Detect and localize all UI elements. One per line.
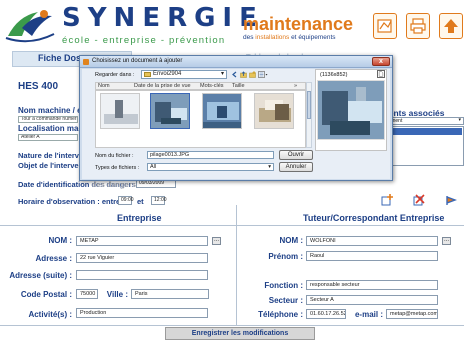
enterprise-title: Entreprise [117,213,162,223]
delete-document-icon[interactable] [413,194,425,206]
column-name[interactable]: Nom [98,83,110,89]
photo-thumbnail-icon [203,94,241,128]
address-label: Adresse : [35,254,72,263]
brand-name: SYNERGIE [62,3,264,33]
sector-field[interactable]: Secteur A [306,295,438,305]
postal-field[interactable]: 75000 [76,289,98,299]
tutor-lookup-button[interactable]: ... [442,237,451,245]
phone-field[interactable]: 01.60.17.26.52 [306,309,346,319]
brand-tagline: école - entreprise - prévention [62,35,226,46]
product-title: maintenance [243,14,354,34]
function-field[interactable]: responsable secteur [306,280,438,290]
sector-label: Secteur : [268,296,303,305]
tutor-title: Tuteur/Correspondant Entreprise [303,213,445,223]
up-arrow-button[interactable] [439,13,463,39]
column-size[interactable]: Taille [232,83,245,89]
observation-and-label: et [137,197,144,206]
preview-dimensions: (1136x852) [320,72,348,78]
product-subtitle: des installations et équipements [243,34,336,41]
edit-document-button[interactable] [373,13,397,39]
record-code: HES 400 [18,81,59,92]
photo-preview-icon [318,81,384,139]
photo-thumbnail-icon [151,94,189,128]
tutor-name-field[interactable]: WOLFONI [306,236,438,246]
column-more[interactable]: » [294,83,297,89]
chevron-down-icon: ▾ [220,71,224,77]
city-label: Ville : [106,290,128,299]
danger-ghost-text: des dangers [92,180,137,189]
add-document-icon[interactable] [381,194,393,206]
email-field[interactable]: metap@metap.com [386,309,438,319]
function-label: Fonction : [264,281,303,290]
file-thumbnail[interactable] [254,93,294,129]
printer-icon [410,18,426,34]
footer-divider [0,325,464,326]
filetype-select[interactable]: All ▾ [147,163,274,171]
open-document-icon[interactable] [445,194,457,206]
look-in-label: Regarder dans : [95,72,135,78]
file-thumbnail[interactable] [100,93,140,129]
file-list-scrollbar[interactable] [306,82,312,148]
chevron-down-icon: ▾ [268,164,271,170]
tutor-name-label: NOM : [279,236,303,245]
enterprise-name-label: NOM : [48,236,72,245]
preview-document-icon[interactable] [377,70,385,78]
scrollbar-thumb[interactable] [307,91,311,119]
city-field[interactable]: Paris [131,289,209,299]
file-chooser-dialog: Choisissez un document à ajouter x Regar… [79,55,393,181]
address-cont-field[interactable] [76,270,208,280]
section-divider [236,205,237,325]
file-thumbnail[interactable] [202,93,242,129]
first-name-label: Prénom : [268,252,303,261]
file-list-header: Nom Date de la prise de vue Mots-clés Ta… [95,82,306,90]
header: SYNERGIE école - entreprise - prévention… [0,0,464,50]
activity-label: Activité(s) : [28,310,72,319]
photo-thumbnail-icon [101,94,139,128]
close-button[interactable]: x [372,57,390,66]
phone-label: Téléphone : [258,310,303,319]
email-label: e-mail : [354,310,383,319]
up-arrow-icon [444,19,458,33]
first-name-field[interactable]: Raoul [306,251,438,261]
column-keywords[interactable]: Mots-clés [200,83,224,89]
chevron-down-icon: ▾ [458,117,461,123]
section-header-divider [0,225,464,226]
app-icon [83,59,89,65]
location-field[interactable]: Atelier A [18,134,78,141]
app-window: SYNERGIE école - entreprise - prévention… [0,0,464,340]
preview-image [317,80,385,140]
view-menu-icon[interactable] [258,71,268,78]
enterprise-name-field[interactable]: METAP [76,236,208,246]
save-button[interactable]: Enregistrer les modifications [165,327,315,340]
open-button[interactable]: Ouvrir [279,150,313,160]
observation-label: Horaire d'observation : entre [18,197,121,206]
column-date[interactable]: Date de la prise de vue [134,83,191,89]
dialog-titlebar[interactable]: Choisissez un document à ajouter x [80,56,392,68]
print-button[interactable] [406,13,430,39]
address-field[interactable]: 22 rue Viguier [76,253,208,263]
look-in-select[interactable]: Envoi2904 ▾ [141,70,227,79]
synergie-logo-icon [5,10,55,43]
filetype-label: Types de fichiers : [95,165,140,171]
address-cont-label: Adresse (suite) : [9,271,72,280]
enterprise-lookup-button[interactable]: ... [212,237,221,245]
folder-icon [144,72,151,77]
back-icon[interactable] [231,71,238,78]
cancel-button[interactable]: Annuler [279,162,313,172]
observation-from-field[interactable]: 09:00 [118,196,134,205]
machine-field[interactable]: Tour à commande numérique HE [18,116,78,123]
observation-to-field[interactable]: 12:00 [151,196,167,205]
filename-label: Nom du fichier : [95,153,134,159]
photo-thumbnail-icon [255,94,293,128]
file-thumbnail-selected[interactable] [150,93,190,129]
new-folder-icon[interactable] [249,71,256,78]
activity-field[interactable]: Production [76,308,208,318]
up-folder-icon[interactable] [240,71,247,78]
filename-input[interactable]: pilage0013.JPG [147,151,274,159]
dialog-title: Choisissez un document à ajouter [92,58,183,64]
postal-label: Code Postal : [20,290,72,299]
edit-document-icon [377,19,392,33]
